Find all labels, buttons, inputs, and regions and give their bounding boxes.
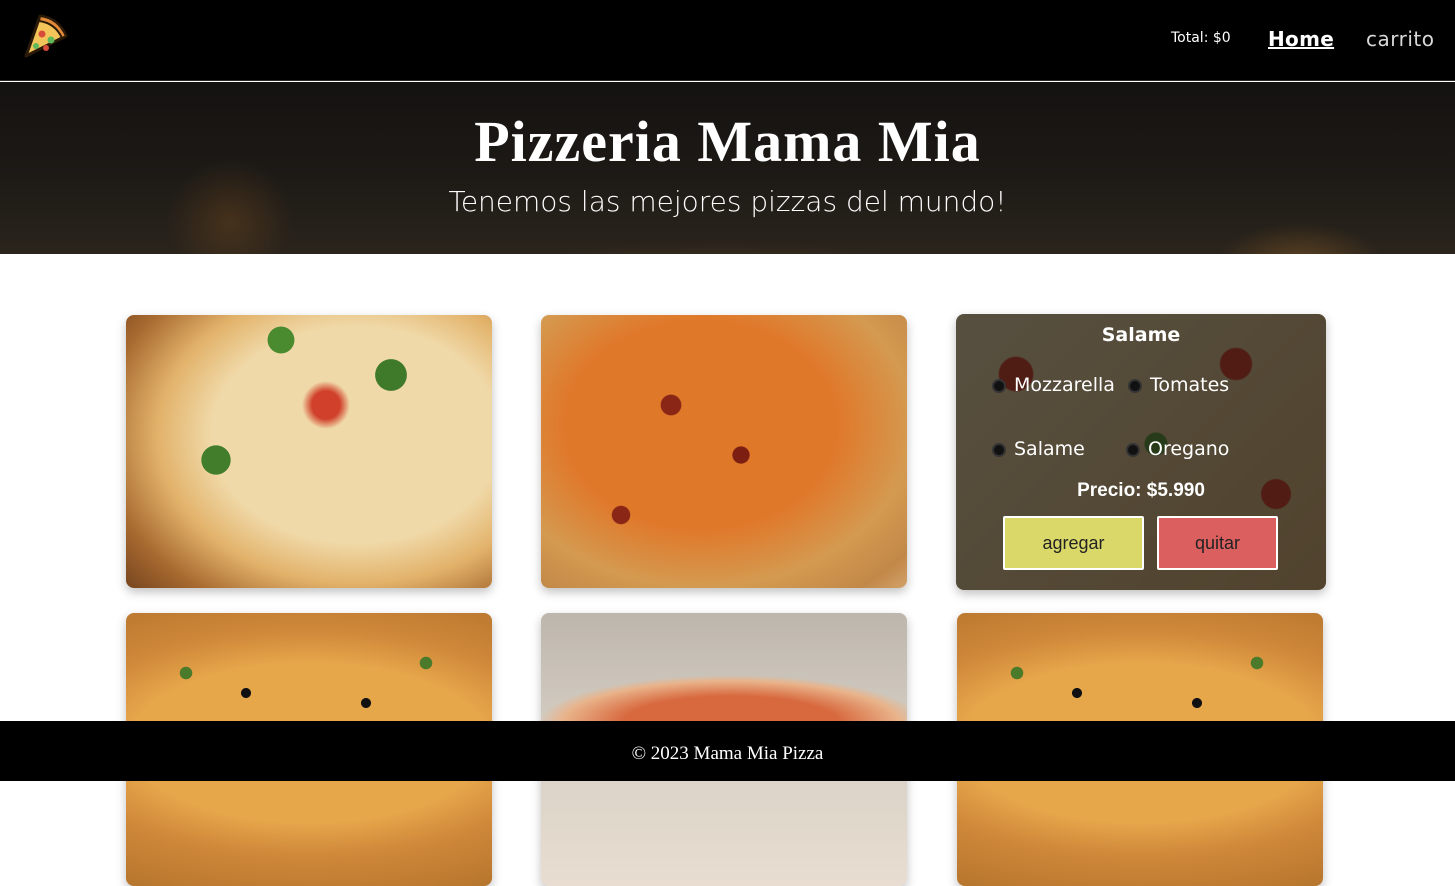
page-subtitle: Tenemos las mejores pizzas del mundo! bbox=[448, 185, 1007, 218]
pizza-card-salame[interactable]: Salame Mozzarella Tomates Salame Oregano… bbox=[956, 314, 1326, 590]
hero-banner: Pizzeria Mama Mia Tenemos las mejores pi… bbox=[0, 82, 1455, 254]
nav-cart-link[interactable]: carrito bbox=[1366, 27, 1434, 51]
navbar: Total: $0 Home carrito bbox=[0, 0, 1455, 81]
ingredient-item: Tomates bbox=[1128, 374, 1229, 396]
bullet-icon bbox=[992, 378, 1006, 393]
ingredient-item: Mozzarella bbox=[992, 374, 1115, 396]
pizza-card-1[interactable] bbox=[126, 315, 492, 588]
footer: © 2023 Mama Mia Pizza bbox=[0, 721, 1455, 781]
remove-from-cart-button[interactable]: quitar bbox=[1157, 516, 1278, 570]
ingredient-item: Salame bbox=[992, 438, 1085, 460]
pizza-name: Salame bbox=[1101, 324, 1181, 346]
footer-copyright: © 2023 Mama Mia Pizza bbox=[631, 743, 824, 764]
pizza-card-2[interactable] bbox=[541, 315, 907, 588]
bullet-icon bbox=[1128, 378, 1142, 393]
bullet-icon bbox=[992, 442, 1006, 457]
cart-total: Total: $0 bbox=[1171, 30, 1231, 46]
ingredient-item: Oregano bbox=[1126, 438, 1229, 460]
page-title: Pizzeria Mama Mia bbox=[474, 109, 981, 174]
add-to-cart-button[interactable]: agregar bbox=[1003, 516, 1144, 570]
bullet-icon bbox=[1126, 442, 1140, 457]
pizza-slice-icon[interactable] bbox=[20, 10, 72, 62]
nav-home-link[interactable]: Home bbox=[1268, 27, 1334, 51]
pizza-price: Precio: $5.990 bbox=[1077, 480, 1205, 501]
